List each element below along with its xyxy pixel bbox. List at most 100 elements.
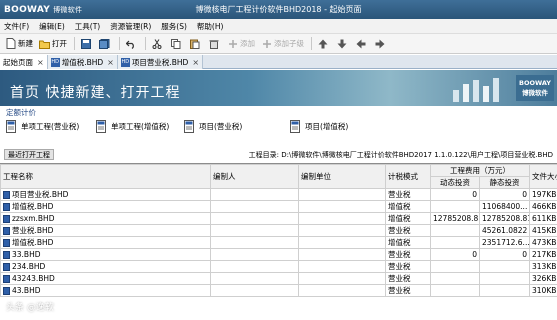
tab-business-tax-file[interactable]: HD 项目营业税.BHD × bbox=[117, 55, 204, 69]
cell-static: 45261.0822 bbox=[479, 224, 530, 237]
column-header-name[interactable]: 工程名称 bbox=[0, 164, 211, 189]
cell-name: 33.BHD bbox=[0, 248, 211, 261]
table-row[interactable]: 33.BHD 营业税 0 0 217KB bbox=[0, 248, 557, 261]
cell-dynamic bbox=[430, 200, 480, 213]
cell-tax-mode: 增值税 bbox=[385, 200, 431, 213]
file-name: 营业税.BHD bbox=[12, 226, 54, 235]
menu-file[interactable]: 文件(F) bbox=[4, 21, 29, 32]
cell-static: 11068400... bbox=[479, 200, 530, 213]
save-all-icon bbox=[99, 38, 110, 49]
toolbar-separator bbox=[311, 37, 312, 50]
cell-size: 326KB bbox=[529, 272, 557, 285]
quick-new-project-vat[interactable]: 项目(增值税) bbox=[290, 120, 348, 133]
cell-unit bbox=[298, 224, 386, 237]
table-row[interactable]: 增值税.BHD 增值税 11068400... 466KB bbox=[0, 200, 557, 213]
cell-editor bbox=[210, 236, 299, 249]
save-all-button[interactable] bbox=[97, 36, 114, 52]
new-label: 新建 bbox=[18, 39, 33, 48]
quick-new-single-business[interactable]: 单项工程(营业税) bbox=[6, 120, 79, 133]
table-row[interactable]: 营业税.BHD 营业税 45261.0822 415KB bbox=[0, 224, 557, 237]
watermark: 头条 @逸软 bbox=[6, 303, 54, 313]
save-icon bbox=[80, 38, 91, 49]
cell-size: 197KB bbox=[529, 188, 557, 201]
banner-slogan: 首页 快捷新建、打开工程 bbox=[10, 85, 181, 101]
new-button[interactable]: 新建 bbox=[3, 36, 35, 52]
column-header-tax-mode[interactable]: 计税模式 bbox=[385, 164, 431, 189]
cell-static: 0 bbox=[479, 188, 530, 201]
file-name: 项目营业税.BHD bbox=[12, 190, 69, 199]
menu-service[interactable]: 服务(S) bbox=[161, 21, 187, 32]
cell-name: 43243.BHD bbox=[0, 272, 211, 285]
cell-name: 234.BHD bbox=[0, 260, 211, 273]
arrow-left-icon bbox=[355, 38, 366, 49]
column-header-cost-group: 工程费用（万元） bbox=[430, 164, 530, 177]
cell-tax-mode: 营业税 bbox=[385, 284, 431, 297]
arrow-up-icon bbox=[317, 38, 328, 49]
column-header-unit[interactable]: 编制单位 bbox=[298, 164, 386, 189]
quick-item-label: 单项工程(营业税) bbox=[21, 122, 80, 131]
table-row[interactable]: zzsxm.BHD 增值税 12785208.81 12785208.81 611KB bbox=[0, 212, 557, 225]
move-left-button[interactable] bbox=[353, 36, 370, 52]
cell-name: 增值税.BHD bbox=[0, 200, 211, 213]
table-row[interactable]: 43.BHD 营业税 310KB bbox=[0, 284, 557, 297]
open-button[interactable]: 打开 bbox=[37, 36, 69, 52]
document-icon bbox=[290, 120, 300, 133]
toolbar-separator bbox=[145, 37, 146, 50]
menu-help[interactable]: 帮助(H) bbox=[197, 21, 224, 32]
close-icon[interactable]: × bbox=[192, 58, 199, 67]
quick-item-label: 项目(营业税) bbox=[199, 122, 243, 131]
toolbar: 新建 打开 添加 添加子级 bbox=[0, 34, 557, 54]
document-icon bbox=[184, 120, 194, 133]
tab-label: 起始页面 bbox=[3, 57, 33, 67]
column-header-static[interactable]: 静态投资 bbox=[479, 176, 530, 189]
delete-button[interactable] bbox=[206, 36, 223, 52]
open-label: 打开 bbox=[52, 39, 67, 48]
table-row[interactable]: 43243.BHD 营业税 326KB bbox=[0, 272, 557, 285]
toolbar-separator bbox=[119, 37, 120, 50]
tab-start-page[interactable]: 起始页面 × bbox=[0, 55, 48, 69]
cut-button[interactable] bbox=[149, 36, 166, 52]
column-header-editor[interactable]: 编制人 bbox=[210, 164, 299, 189]
move-right-button[interactable] bbox=[372, 36, 389, 52]
cell-size: 217KB bbox=[529, 248, 557, 261]
cell-static bbox=[479, 284, 530, 297]
menu-bar: 文件(F) 编辑(E) 工具(T) 资源管理(R) 服务(S) 帮助(H) bbox=[0, 19, 557, 34]
bhd-file-icon bbox=[3, 203, 10, 211]
cell-tax-mode: 营业税 bbox=[385, 188, 431, 201]
recent-projects-button[interactable]: 最近打开工程 bbox=[4, 149, 54, 160]
add-button[interactable]: 添加 bbox=[225, 36, 257, 52]
menu-edit[interactable]: 编辑(E) bbox=[39, 21, 65, 32]
menu-resource[interactable]: 资源管理(R) bbox=[110, 21, 151, 32]
move-up-button[interactable] bbox=[315, 36, 332, 52]
file-name: 43.BHD bbox=[12, 286, 41, 295]
table-row[interactable]: 增值税.BHD 增值税 2351712.6... 473KB bbox=[0, 236, 557, 249]
bhd-file-icon bbox=[3, 263, 10, 271]
quick-new-project-business[interactable]: 项目(营业税) bbox=[184, 120, 242, 133]
copy-button[interactable] bbox=[168, 36, 185, 52]
close-icon[interactable]: × bbox=[107, 58, 114, 67]
paste-button[interactable] bbox=[187, 36, 204, 52]
close-icon[interactable]: × bbox=[37, 58, 44, 67]
table-row[interactable]: 234.BHD 营业税 313KB bbox=[0, 260, 557, 273]
cell-editor bbox=[210, 284, 299, 297]
tab-vat-file[interactable]: HD 增值税.BHD × bbox=[47, 55, 118, 69]
undo-button[interactable] bbox=[123, 36, 140, 52]
move-down-button[interactable] bbox=[334, 36, 351, 52]
bhd-file-icon bbox=[3, 215, 10, 223]
table-row[interactable]: 项目营业税.BHD 营业税 0 0 197KB bbox=[0, 188, 557, 201]
cell-editor bbox=[210, 260, 299, 273]
cell-tax-mode: 营业税 bbox=[385, 224, 431, 237]
add-child-button[interactable]: 添加子级 bbox=[259, 36, 306, 52]
column-header-size[interactable]: 文件大小 bbox=[529, 164, 557, 189]
cell-unit bbox=[298, 248, 386, 261]
menu-tools[interactable]: 工具(T) bbox=[75, 21, 100, 32]
bhd-file-icon bbox=[3, 251, 10, 259]
save-button[interactable] bbox=[78, 36, 95, 52]
bhd-file-icon bbox=[3, 287, 10, 295]
column-header-dynamic[interactable]: 动态投资 bbox=[430, 176, 480, 189]
quick-new-single-vat[interactable]: 单项工程(增值税) bbox=[96, 120, 169, 133]
bhd-file-icon bbox=[3, 227, 10, 235]
cell-editor bbox=[210, 272, 299, 285]
cell-name: 营业税.BHD bbox=[0, 224, 211, 237]
document-icon bbox=[6, 120, 16, 133]
